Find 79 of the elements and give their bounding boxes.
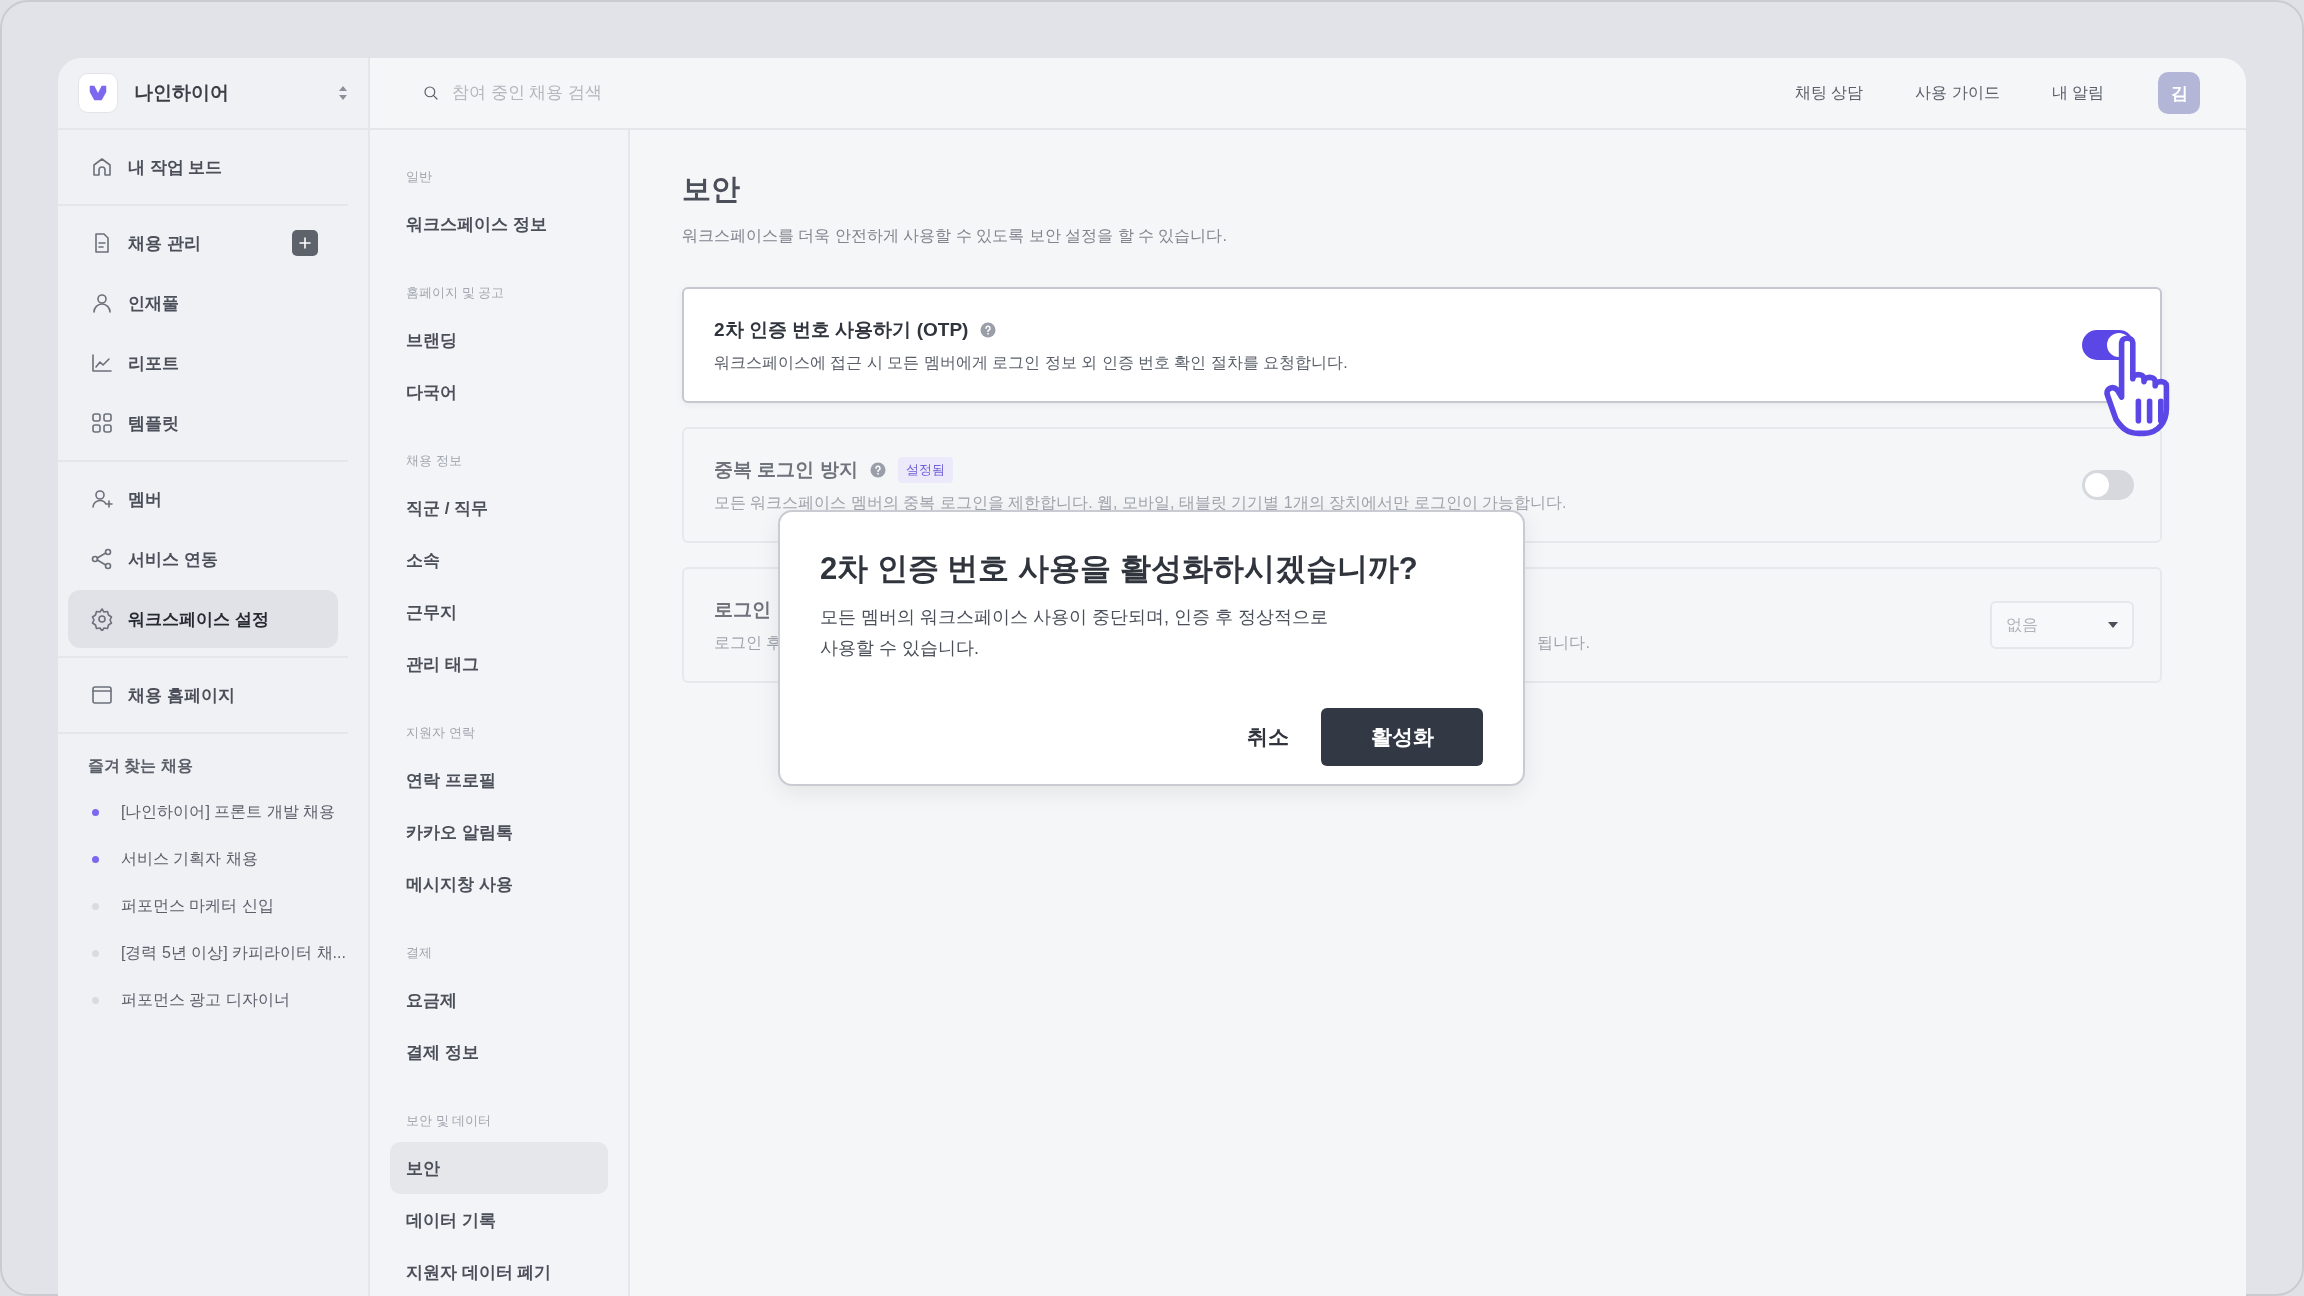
- workspace-logo-icon: [78, 73, 118, 113]
- setting-description: 모든 워크스페이스 멤버의 중복 로그인을 제한합니다. 웹, 모바일, 태블릿 기기별 1개의 장치에서만 로그인이 가능합니다.: [714, 492, 1567, 513]
- settings-nav-item[interactable]: 데이터 기록: [390, 1194, 608, 1246]
- settings-nav-item[interactable]: 보안: [390, 1142, 608, 1194]
- page-description: 워크스페이스를 더욱 안전하게 사용할 수 있도록 보안 설정을 할 수 있습니다.: [682, 226, 1228, 246]
- toggle-switch[interactable]: [2082, 470, 2134, 500]
- status-tag: 설정됨: [897, 456, 953, 483]
- dialog-message: 모든 멤버의 워크스페이스 사용이 중단되며, 인증 후 정상적으로 사용할 수 있습니다.: [820, 606, 1329, 660]
- share-icon: [90, 547, 114, 571]
- header-link[interactable]: 내 알림: [2051, 82, 2104, 104]
- search-icon: [422, 84, 440, 102]
- settings-nav-item[interactable]: 다국어: [390, 366, 608, 418]
- setting-title: 중복 로그인 방지: [714, 457, 858, 482]
- home-icon: [90, 155, 114, 179]
- settings-nav-item[interactable]: 메시지창 사용: [390, 858, 608, 910]
- nav-item[interactable]: 내 작업 보드: [68, 138, 338, 196]
- favorite-link[interactable]: 서비스 기획자 채용: [121, 849, 258, 870]
- settings-nav-item[interactable]: 카카오 알림톡: [390, 806, 608, 858]
- settings-nav-item[interactable]: 직군 / 직무: [390, 482, 608, 534]
- settings-section-heading: 일반: [405, 168, 433, 186]
- nav-label: 템플릿: [128, 412, 180, 435]
- caret-icon: [2108, 622, 2118, 628]
- nav-item[interactable]: 인재풀: [68, 274, 338, 332]
- nav-item[interactable]: 채용 관리: [68, 214, 338, 272]
- favorite-link[interactable]: 퍼포먼스 마케터 신입: [121, 896, 274, 917]
- help-icon[interactable]: [869, 461, 886, 478]
- nav-label: 채용 홈페이지: [128, 684, 236, 707]
- help-icon[interactable]: [980, 321, 997, 338]
- person-add-icon: [90, 487, 114, 511]
- nav-label: 내 작업 보드: [128, 156, 224, 179]
- nav-item[interactable]: 워크스페이스 설정: [68, 590, 338, 648]
- settings-section-heading: 보안 및 데이터: [405, 1112, 493, 1130]
- settings-section-heading: 홈페이지 및 공고: [405, 284, 506, 302]
- nav-label: 서비스 연동: [128, 548, 219, 571]
- settings-nav-item[interactable]: 워크스페이스 정보: [390, 198, 608, 250]
- setting-description: 됩니다.: [1537, 632, 1590, 653]
- header-link[interactable]: 채팅 상담: [1794, 82, 1864, 104]
- nav-item[interactable]: 서비스 연동: [68, 530, 338, 588]
- favorite-link[interactable]: [경력 5년 이상] 카피라이터 채...: [121, 943, 346, 964]
- setting-description: 워크스페이스에 접근 시 모든 멤버에게 로그인 정보 외 인증 번호 확인 절차를 요청합니다.: [714, 352, 1348, 373]
- settings-nav-item[interactable]: 브랜딩: [390, 314, 608, 366]
- setting-title: 2차 인증 번호 사용하기 (OTP): [714, 317, 969, 342]
- settings-nav-item[interactable]: 연락 프로필: [390, 754, 608, 806]
- nav-label: 채용 관리: [128, 232, 202, 255]
- nav-label: 워크스페이스 설정: [128, 608, 270, 631]
- header-link[interactable]: 사용 가이드: [1915, 82, 2000, 104]
- settings-nav-item[interactable]: 결제 정보: [390, 1026, 608, 1078]
- settings-section-heading: 지원자 연락: [405, 724, 476, 742]
- nav-item[interactable]: 채용 홈페이지: [68, 666, 338, 724]
- sort-arrows-icon[interactable]: [338, 85, 348, 101]
- favorite-link[interactable]: [나인하이어] 프론트 개발 채용: [121, 802, 336, 823]
- dialog-title: 2차 인증 번호 사용을 활성화하시겠습니까?: [820, 550, 1419, 588]
- favorite-link[interactable]: 퍼포먼스 광고 디자이너: [121, 990, 290, 1011]
- settings-nav-item[interactable]: 요금제: [390, 974, 608, 1026]
- add-button[interactable]: [292, 230, 318, 256]
- nav-label: 인재풀: [128, 292, 180, 315]
- browser-window-icon: [90, 683, 114, 707]
- nav-label: 리포트: [128, 352, 180, 375]
- settings-nav-item[interactable]: 지원자 데이터 폐기: [390, 1246, 608, 1296]
- page-title: 보안: [682, 172, 741, 207]
- setting-title: 로그인: [714, 597, 771, 622]
- settings-nav-item[interactable]: 근무지: [390, 586, 608, 638]
- settings-section-heading: 채용 정보: [405, 452, 463, 470]
- plus-icon: [299, 237, 311, 249]
- settings-nav-item[interactable]: 소속: [390, 534, 608, 586]
- workspace-name: 나인하이어: [134, 81, 230, 105]
- favorites-heading: 즐겨 찾는 채용: [88, 756, 194, 776]
- nav-item[interactable]: 멤버: [68, 470, 338, 528]
- activate-button[interactable]: 활성화: [1321, 708, 1483, 766]
- nav-item[interactable]: 리포트: [68, 334, 338, 392]
- cancel-button[interactable]: 취소: [1235, 708, 1301, 766]
- line-chart-icon: [90, 351, 114, 375]
- grid-icon: [90, 411, 114, 435]
- settings-icon: [90, 607, 114, 631]
- nav-item[interactable]: 템플릿: [68, 394, 338, 452]
- person-icon: [90, 291, 114, 315]
- nav-label: 멤버: [128, 488, 163, 511]
- settings-nav-item[interactable]: 관리 태그: [390, 638, 608, 690]
- settings-section-heading: 결제: [405, 944, 433, 962]
